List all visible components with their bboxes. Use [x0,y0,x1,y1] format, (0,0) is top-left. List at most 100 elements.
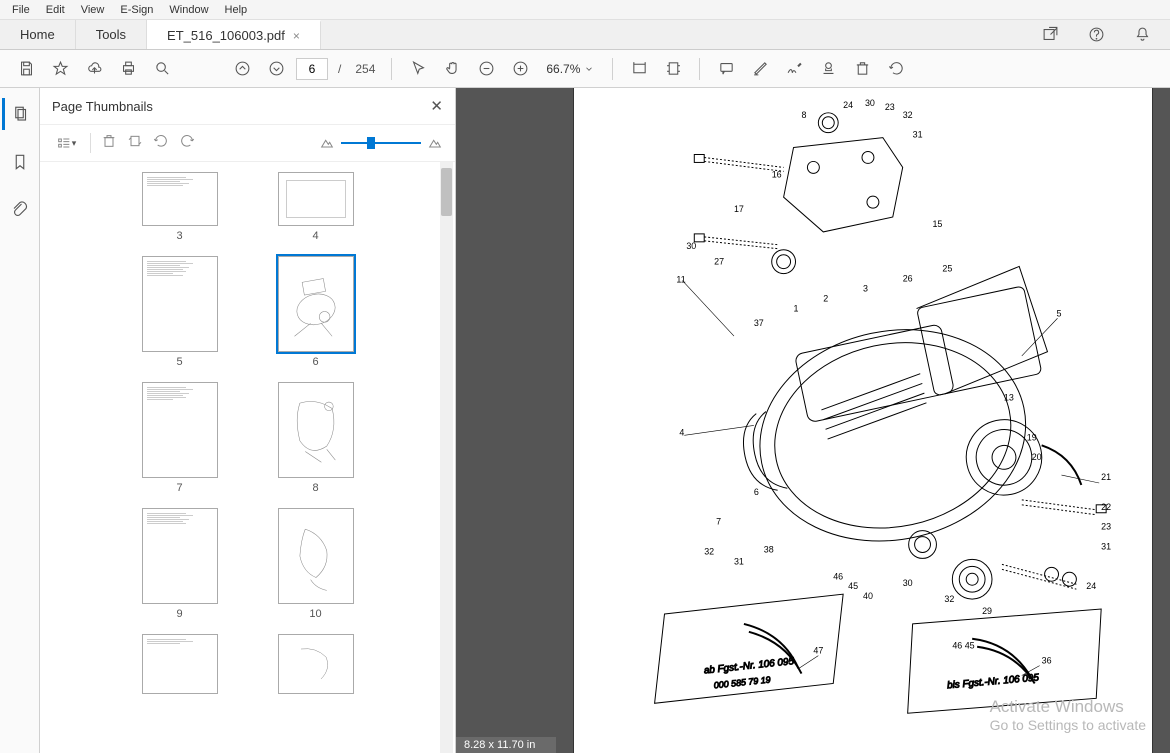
svg-text:45: 45 [848,581,858,591]
page-dimensions: 8.28 x 11.70 in [456,737,556,753]
zoom-out-button[interactable] [472,55,500,83]
thumbnail-page-8[interactable]: 8 [278,382,354,494]
cloud-button[interactable] [80,55,108,83]
svg-text:2: 2 [823,293,828,303]
sign-button[interactable] [780,55,808,83]
svg-text:7: 7 [716,517,721,527]
selection-tool[interactable] [404,55,432,83]
svg-text:30: 30 [686,241,696,251]
thumb-size-slider[interactable] [341,142,421,144]
svg-text:13: 13 [1004,393,1014,403]
thumbnail-page-11[interactable] [142,634,218,694]
help-button[interactable] [1082,21,1110,49]
tab-home[interactable]: Home [0,20,76,49]
search-button[interactable] [148,55,176,83]
svg-text:32: 32 [903,110,913,120]
tab-close-icon[interactable]: × [293,29,300,43]
attachments-tab[interactable] [4,194,36,226]
print-button[interactable] [114,55,142,83]
svg-text:3: 3 [863,283,868,293]
close-panel-button[interactable]: ✕ [430,97,443,115]
fit-page-button[interactable] [659,55,687,83]
comment-button[interactable] [712,55,740,83]
svg-text:30: 30 [865,98,875,108]
main-area: Page Thumbnails ✕ ▾ 3 4 5 6 [0,88,1170,753]
thumb-undo-icon[interactable] [153,133,169,154]
tab-tools[interactable]: Tools [76,20,147,49]
svg-text:24: 24 [1086,581,1096,591]
hand-tool[interactable] [438,55,466,83]
svg-text:26: 26 [903,274,913,284]
svg-text:8: 8 [801,110,806,120]
menu-esign[interactable]: E-Sign [112,4,161,16]
thumb-small-icon [319,135,335,151]
thumbnail-page-9[interactable]: 9 [142,508,218,620]
thumb-rotate-icon[interactable] [127,133,143,154]
svg-text:47: 47 [813,646,823,656]
document-viewer[interactable]: ◂ [456,88,1170,753]
rotate-button[interactable] [882,55,910,83]
thumbnails-grid: 3 4 5 6 7 8 9 10 [40,162,455,753]
svg-text:22: 22 [1101,502,1111,512]
svg-text:46 45: 46 45 [952,641,974,651]
highlight-button[interactable] [746,55,774,83]
menu-file[interactable]: File [4,4,38,16]
main-toolbar: / 254 66.7% [0,50,1170,88]
page-up-button[interactable] [228,55,256,83]
save-button[interactable] [12,55,40,83]
svg-text:40: 40 [863,591,873,601]
page-separator: / [338,62,341,76]
thumbnail-page-5[interactable]: 5 [142,256,218,368]
menu-edit[interactable]: Edit [38,4,73,16]
svg-text:000 585 79 19: 000 585 79 19 [713,674,771,690]
document-page: ab Fgst.-Nr. 106 095 000 585 79 19 bis F… [573,88,1153,753]
page-down-button[interactable] [262,55,290,83]
svg-text:19: 19 [1027,432,1037,442]
svg-text:31: 31 [1101,541,1111,551]
svg-text:36: 36 [1042,656,1052,666]
menu-help[interactable]: Help [217,4,256,16]
thumb-delete-icon[interactable] [101,133,117,154]
svg-text:20: 20 [1032,452,1042,462]
bookmarks-tab[interactable] [4,146,36,178]
svg-text:17: 17 [734,204,744,214]
thumbnail-page-7[interactable]: 7 [142,382,218,494]
share-button[interactable] [1036,21,1064,49]
svg-text:25: 25 [942,264,952,274]
svg-text:29: 29 [982,606,992,616]
page-number-input[interactable] [296,58,328,80]
menu-view[interactable]: View [73,4,113,16]
svg-text:5: 5 [1057,308,1062,318]
thumbnails-toolbar: ▾ [40,124,455,162]
stamp-button[interactable] [814,55,842,83]
thumbnail-page-3[interactable]: 3 [142,172,218,242]
svg-text:30: 30 [903,578,913,588]
zoom-select[interactable]: 66.7% [540,62,600,76]
thumbnails-scrollbar[interactable] [440,162,453,753]
thumbnails-panel: Page Thumbnails ✕ ▾ 3 4 5 6 [40,88,456,753]
thumbnail-page-12[interactable] [278,634,354,694]
thumb-options-button[interactable]: ▾ [52,129,80,157]
star-button[interactable] [46,55,74,83]
svg-text:6: 6 [754,487,759,497]
thumbnail-page-6[interactable]: 6 [278,256,354,368]
fit-width-button[interactable] [625,55,653,83]
svg-text:31: 31 [734,556,744,566]
thumb-redo-icon[interactable] [179,133,195,154]
tab-document-label: ET_516_106003.pdf [167,28,285,43]
zoom-in-button[interactable] [506,55,534,83]
svg-text:4: 4 [679,427,684,437]
thumbnails-tab[interactable] [2,98,34,130]
thumbnail-page-10[interactable]: 10 [278,508,354,620]
menu-bar: File Edit View E-Sign Window Help [0,0,1170,20]
svg-text:37: 37 [754,318,764,328]
menu-window[interactable]: Window [161,4,216,16]
svg-text:27: 27 [714,257,724,267]
svg-text:46: 46 [833,571,843,581]
notifications-button[interactable] [1128,21,1156,49]
nav-sidebar [0,88,40,753]
thumbnail-page-4[interactable]: 4 [278,172,354,242]
svg-text:ab Fgst.-Nr. 106 095: ab Fgst.-Nr. 106 095 [703,656,795,676]
delete-button[interactable] [848,55,876,83]
tab-document[interactable]: ET_516_106003.pdf × [147,20,321,49]
